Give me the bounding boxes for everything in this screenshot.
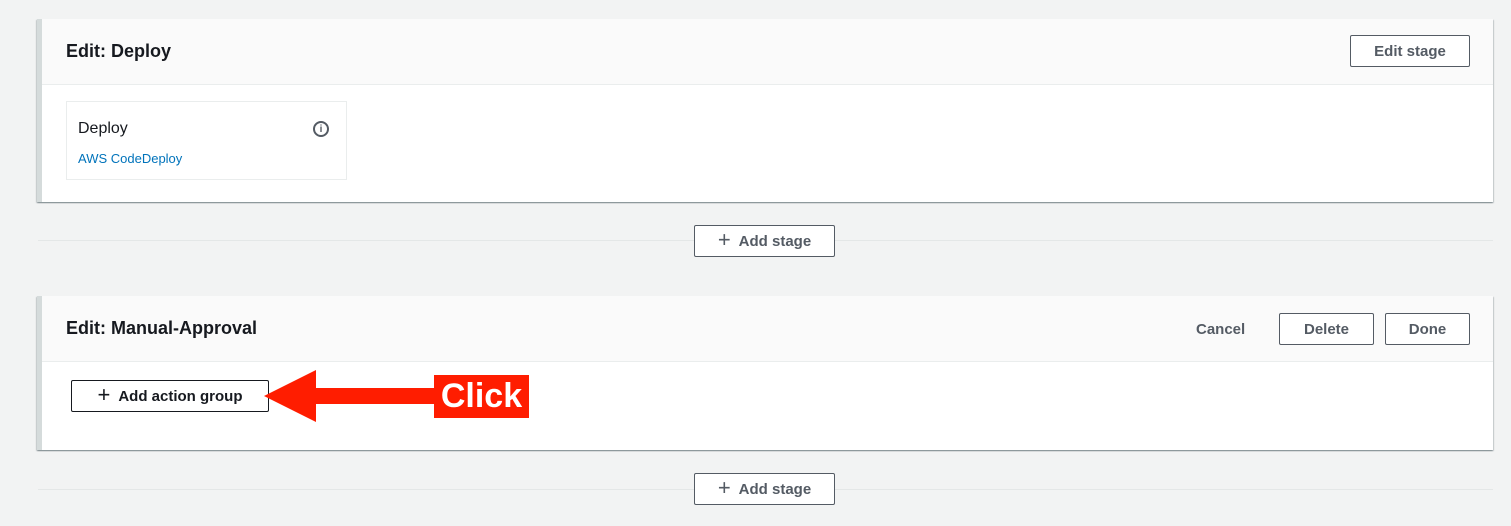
deploy-stage-header: Edit: Deploy Edit stage <box>42 19 1493 85</box>
action-provider-link[interactable]: AWS CodeDeploy <box>78 151 182 166</box>
plus-icon: + <box>97 381 111 407</box>
plus-icon: + <box>717 226 731 252</box>
action-name: Deploy <box>78 120 128 137</box>
click-callout-label: Click <box>434 375 529 418</box>
delete-button[interactable]: Delete <box>1279 313 1374 345</box>
add-action-group-label: Add action group <box>118 387 243 405</box>
add-stage-button[interactable]: + Add stage <box>694 225 835 257</box>
add-stage-label: Add stage <box>738 480 812 498</box>
deploy-stage-title: Edit: Deploy <box>66 41 172 61</box>
add-stage-button[interactable]: + Add stage <box>694 473 835 505</box>
approval-stage-title: Edit: Manual-Approval <box>66 318 258 338</box>
info-circle-icon[interactable]: i <box>313 121 329 137</box>
done-button[interactable]: Done <box>1385 313 1470 345</box>
approval-stage-card: Edit: Manual-Approval Cancel Delete Done… <box>37 296 1493 450</box>
add-stage-label: Add stage <box>738 232 812 250</box>
arrow-shape <box>264 370 434 422</box>
cancel-button[interactable]: Cancel <box>1196 313 1245 345</box>
deploy-action-tile[interactable]: Deploy AWS CodeDeploy i <box>66 101 347 180</box>
edit-stage-button[interactable]: Edit stage <box>1350 35 1470 67</box>
approval-stage-header: Edit: Manual-Approval Cancel Delete Done <box>42 296 1493 362</box>
add-action-group-button[interactable]: + Add action group <box>71 380 269 412</box>
plus-icon: + <box>717 474 731 500</box>
annotation-arrow <box>264 370 434 422</box>
deploy-stage-card: Edit: Deploy Edit stage Deploy AWS CodeD… <box>37 19 1493 202</box>
